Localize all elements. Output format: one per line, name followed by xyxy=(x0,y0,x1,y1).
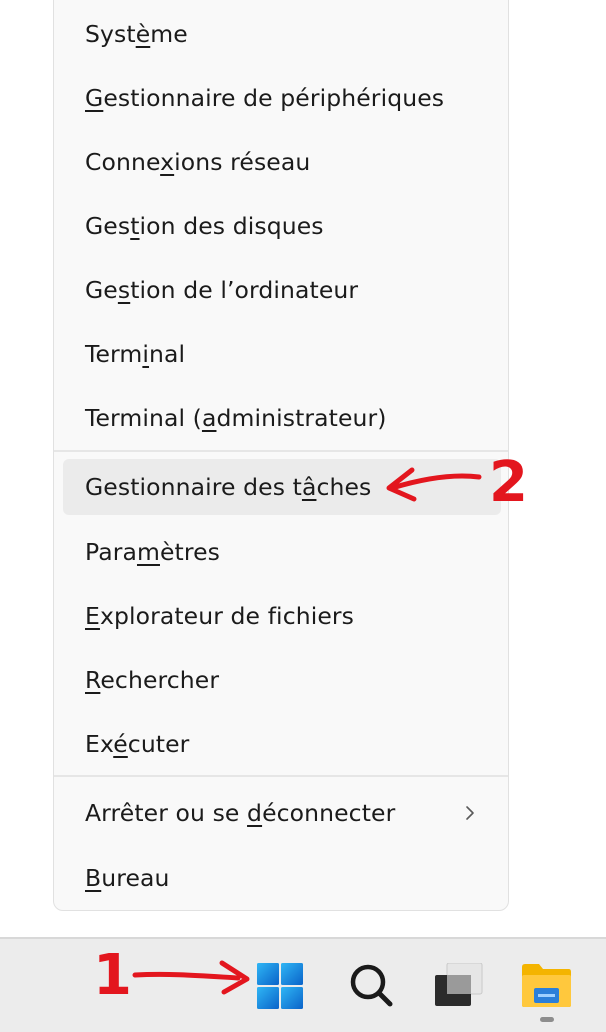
menu-item-label: Explorateur de fichiers xyxy=(85,602,354,630)
accelerator-key: G xyxy=(85,84,104,112)
menu-item-label: Paramètres xyxy=(85,538,220,566)
menu-item-terminal[interactable]: Terminal xyxy=(63,326,501,382)
label-text: Term xyxy=(85,340,143,368)
accelerator-key: â xyxy=(301,473,317,501)
menu-item-terminal-admin[interactable]: Terminal (administrateur) xyxy=(63,390,501,446)
menu-item-label: Arrêter ou se déconnecter xyxy=(85,799,395,827)
windows-start-icon[interactable] xyxy=(256,962,304,1010)
menu-item-gestionnaire-taches[interactable]: Gestionnaire des tâches xyxy=(63,459,501,515)
label-text: Ge xyxy=(85,276,118,304)
menu-item-connexions-reseau[interactable]: Connexions réseau xyxy=(63,134,501,190)
menu-item-explorateur[interactable]: Explorateur de fichiers xyxy=(63,588,501,644)
accelerator-key: R xyxy=(85,666,101,694)
label-text: ètres xyxy=(159,538,221,566)
menu-item-parametres[interactable]: Paramètres xyxy=(63,524,501,580)
chevron-right-icon xyxy=(465,799,475,827)
label-text: Gestionnaire des t xyxy=(85,473,302,501)
accelerator-key: è xyxy=(135,20,151,48)
annotation-step-2: 2 xyxy=(489,450,528,515)
accelerator-key: B xyxy=(85,864,102,892)
label-text: Terminal ( xyxy=(85,404,202,432)
menu-item-label: Gestion de l’ordinateur xyxy=(85,276,358,304)
label-text: ion des disques xyxy=(139,212,324,240)
accelerator-key: m xyxy=(136,538,160,566)
menu-item-label: Bureau xyxy=(85,864,170,892)
menu-item-bureau[interactable]: Bureau xyxy=(63,850,501,906)
label-text: ches xyxy=(316,473,372,501)
annotation-step-1: 1 xyxy=(93,943,132,1008)
label-text: me xyxy=(150,20,188,48)
menu-separator xyxy=(54,775,508,777)
menu-item-systeme[interactable]: Système xyxy=(63,6,501,62)
menu-item-label: Rechercher xyxy=(85,666,219,694)
menu-item-label: Terminal xyxy=(85,340,185,368)
running-indicator xyxy=(540,1017,554,1022)
label-text: Conne xyxy=(85,148,161,176)
menu-item-label: Système xyxy=(85,20,188,48)
label-text: Arrêter ou se xyxy=(85,799,248,827)
label-text: Para xyxy=(85,538,137,566)
label-text: echercher xyxy=(100,666,220,694)
menu-item-label: Gestionnaire des tâches xyxy=(85,473,371,501)
label-text: Ex xyxy=(85,730,114,758)
accelerator-key: x xyxy=(160,148,175,176)
label-text: ions réseau xyxy=(174,148,311,176)
label-text: cuter xyxy=(127,730,190,758)
menu-item-label: Gestion des disques xyxy=(85,212,324,240)
menu-separator xyxy=(54,450,508,452)
label-text: estionnaire de périphériques xyxy=(103,84,445,112)
menu-item-executer[interactable]: Exécuter xyxy=(63,716,501,772)
label-text: ureau xyxy=(101,864,170,892)
context-menu: Système Gestionnaire de périphériques Co… xyxy=(53,0,509,911)
label-text: tion de l’ordinateur xyxy=(130,276,359,304)
menu-item-rechercher[interactable]: Rechercher xyxy=(63,652,501,708)
label-text: xplorateur de fichiers xyxy=(99,602,354,630)
file-explorer-icon[interactable] xyxy=(521,963,572,1008)
menu-item-gestion-ordinateur[interactable]: Gestion de l’ordinateur xyxy=(63,262,501,318)
accelerator-key: d xyxy=(247,799,263,827)
accelerator-key: é xyxy=(113,730,128,758)
search-icon[interactable] xyxy=(348,962,394,1008)
label-text: nal xyxy=(149,340,186,368)
menu-item-gestionnaire-peripheriques[interactable]: Gestionnaire de périphériques xyxy=(63,70,501,126)
task-view-icon[interactable] xyxy=(434,962,484,1007)
label-text: dministrateur) xyxy=(216,404,387,432)
menu-item-arreter-deconnecter[interactable]: Arrêter ou se déconnecter xyxy=(63,785,501,841)
menu-item-label: Exécuter xyxy=(85,730,189,758)
menu-item-gestion-disques[interactable]: Gestion des disques xyxy=(63,198,501,254)
menu-item-label: Gestionnaire de périphériques xyxy=(85,84,444,112)
menu-item-label: Terminal (administrateur) xyxy=(85,404,387,432)
accelerator-key: t xyxy=(130,212,140,240)
menu-item-label: Connexions réseau xyxy=(85,148,310,176)
label-text: Ges xyxy=(85,212,131,240)
accelerator-key: s xyxy=(117,276,131,304)
label-text: Syst xyxy=(85,20,136,48)
accelerator-key: E xyxy=(85,602,100,630)
label-text: éconnecter xyxy=(262,799,396,827)
accelerator-key: a xyxy=(201,404,217,432)
